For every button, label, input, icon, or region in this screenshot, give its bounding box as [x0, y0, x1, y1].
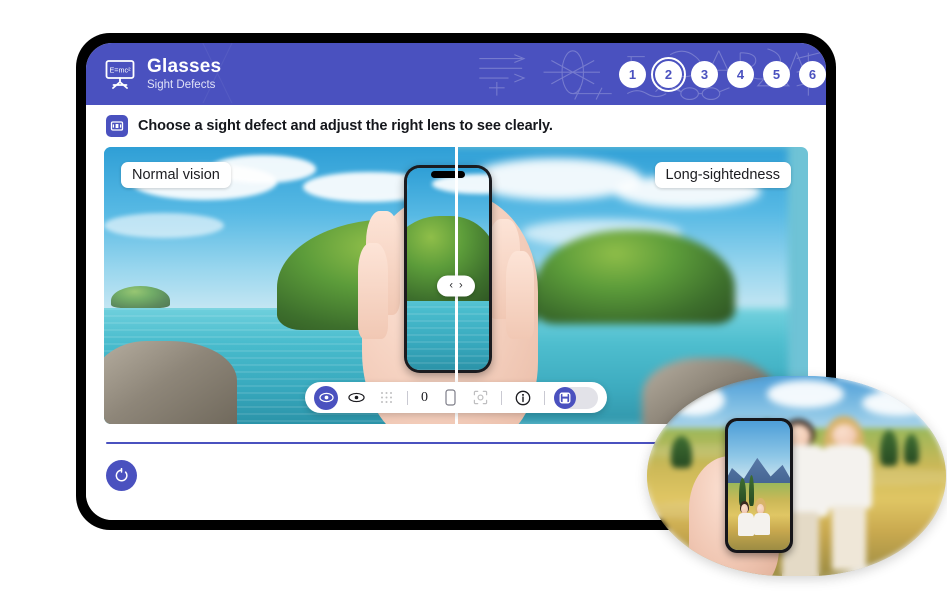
preview-phone-device [724, 418, 793, 553]
eye-outline-icon[interactable] [344, 386, 368, 410]
step-2[interactable]: 2 [651, 56, 686, 92]
toolbar-divider-2 [501, 390, 502, 405]
eye-open-icon[interactable] [314, 385, 338, 410]
long-sightedness-preview [647, 376, 946, 576]
label-normal-vision: Normal vision [121, 162, 231, 188]
info-circle-icon[interactable] [511, 386, 535, 410]
step-4[interactable]: 4 [727, 60, 754, 88]
chevron-right-icon: › [459, 279, 463, 291]
compare-toggle[interactable] [554, 386, 598, 409]
toolbar-divider-1 [407, 390, 408, 405]
step-1[interactable]: 1 [619, 60, 646, 88]
lens-icon[interactable] [438, 386, 462, 410]
step-3[interactable]: 3 [691, 60, 718, 88]
blackboard-icon: E=mc² [105, 60, 135, 89]
app-subtitle: Sight Defects [147, 78, 216, 91]
app-title: Glasses [147, 56, 222, 77]
compare-split-icon [554, 386, 576, 409]
step-5[interactable]: 5 [763, 60, 790, 88]
viewer-toolbar: 0 [305, 382, 607, 413]
step-indicator: 1 2 3 4 5 6 [619, 43, 826, 105]
chevron-left-icon: ‹ [449, 279, 453, 291]
instruction-row: Choose a sight defect and adjust the rig… [86, 105, 826, 147]
app-header: E=mc² Glasses Sight Defects 1 2 3 4 5 6 [86, 43, 826, 105]
reset-button[interactable] [106, 460, 137, 491]
label-long-sightedness: Long-sightedness [654, 162, 791, 188]
reset-circular-arrow-icon [115, 468, 128, 482]
split-handle[interactable]: ‹ › [437, 275, 475, 296]
preview-phone-screen [727, 421, 790, 550]
focus-target-icon[interactable] [468, 386, 492, 410]
card-id-icon [106, 115, 128, 137]
toolbar-divider-3 [544, 390, 545, 405]
grid-dots-icon[interactable] [374, 386, 398, 410]
step-6[interactable]: 6 [799, 60, 826, 88]
header-branding: E=mc² Glasses Sight Defects [104, 57, 221, 91]
diopter-value[interactable]: 0 [417, 390, 432, 406]
instruction-text: Choose a sight defect and adjust the rig… [138, 118, 553, 134]
svg-text:E=mc²: E=mc² [110, 66, 132, 75]
